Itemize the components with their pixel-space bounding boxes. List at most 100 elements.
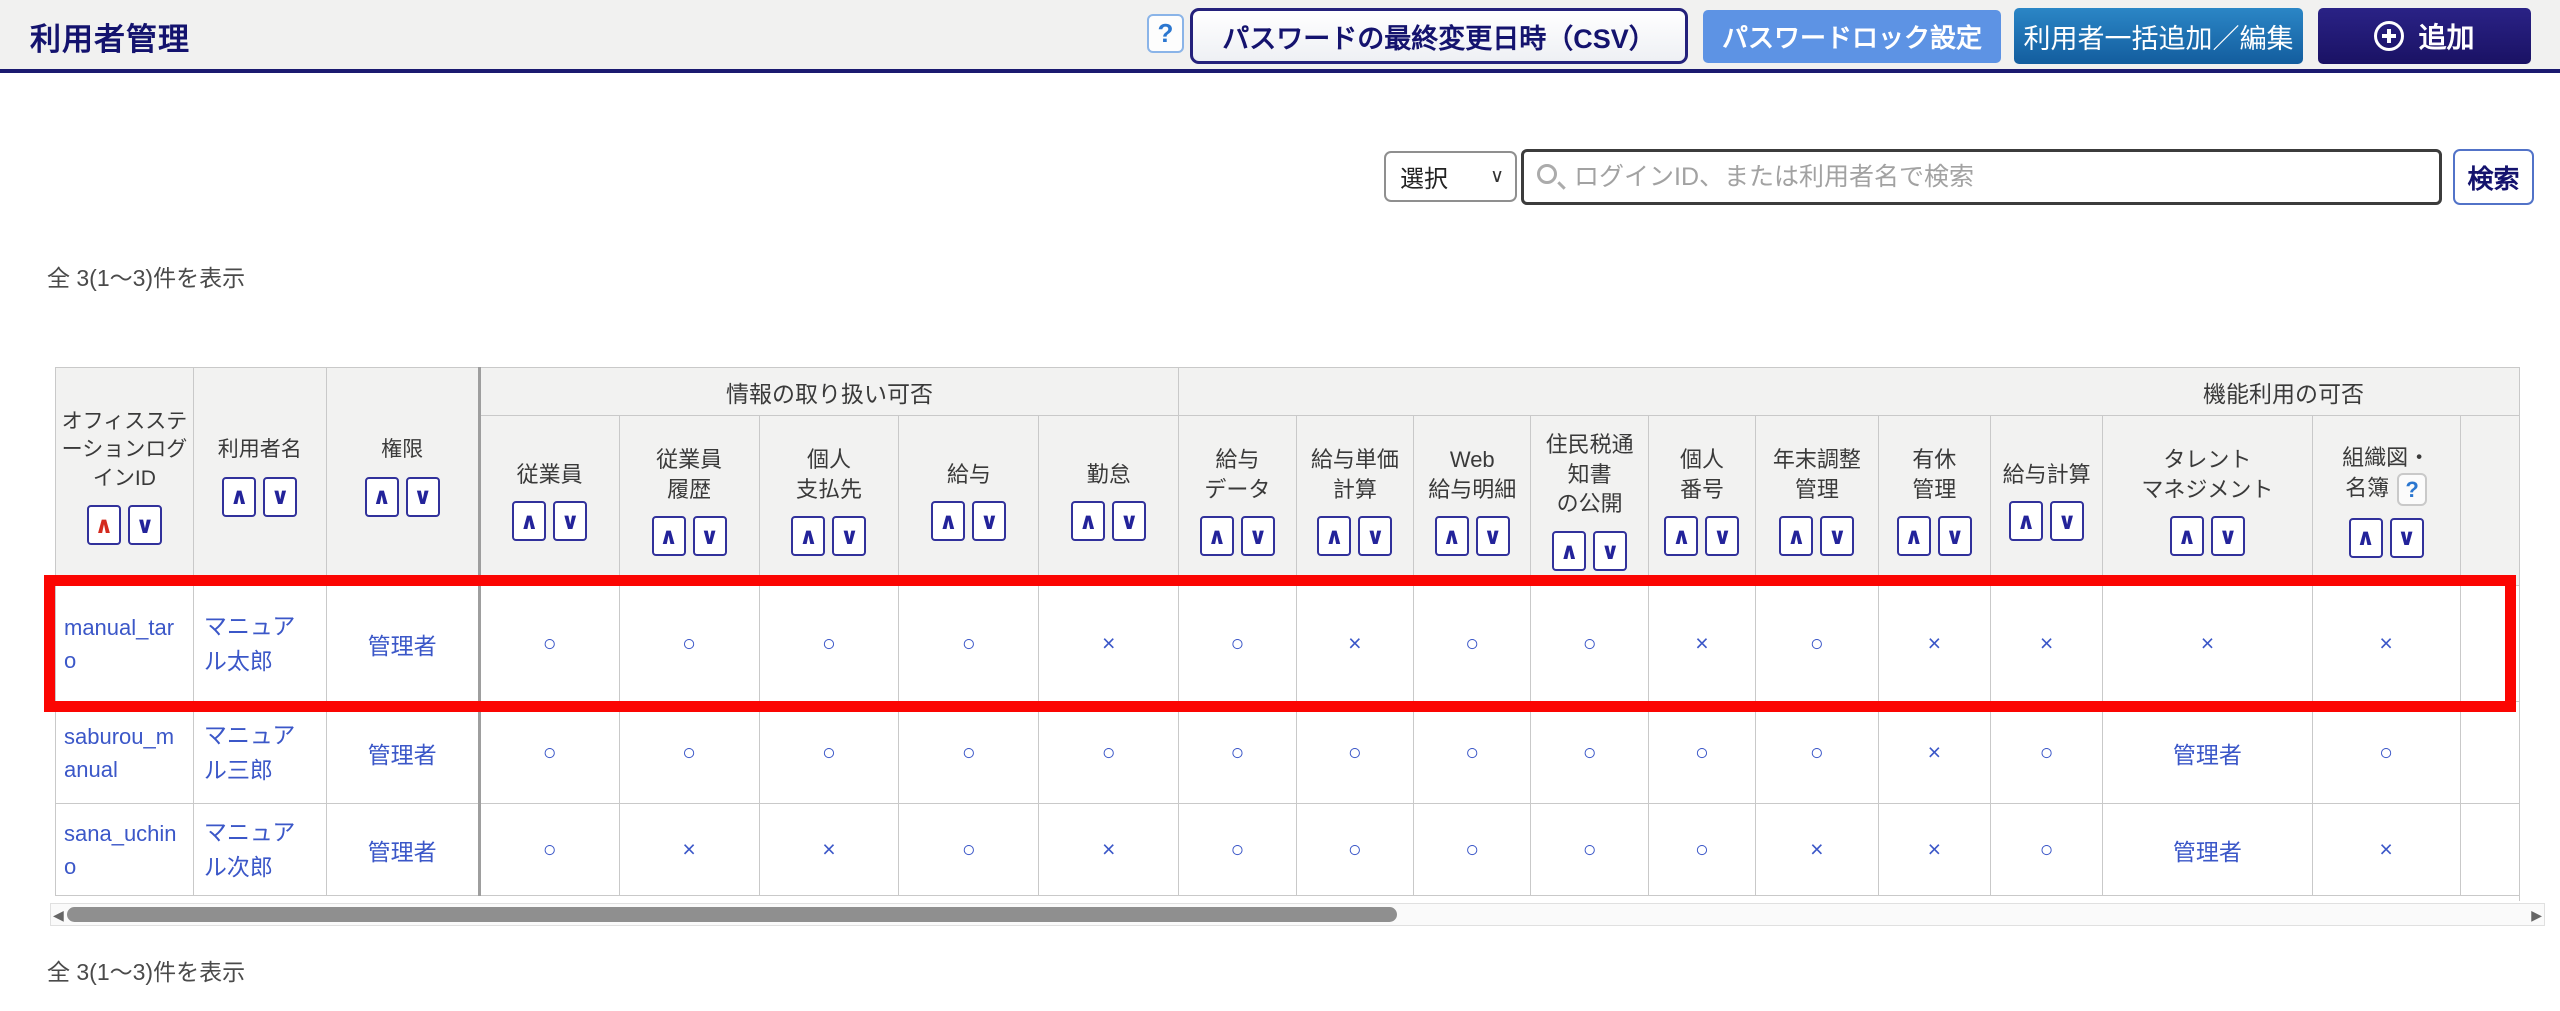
sort-controls: ∧∨ — [481, 501, 619, 541]
permission-value: ○ — [1756, 702, 1879, 804]
sort-up-button[interactable]: ∧ — [1317, 516, 1351, 556]
permission-value: × — [1648, 586, 1755, 702]
permission-value: × — [2312, 804, 2460, 896]
bulk-add-edit-users-button[interactable]: 利用者一括追加／編集 — [2014, 8, 2303, 64]
column-header: 給与 データ ∧∨ — [1179, 416, 1296, 586]
permission-value: ○ — [759, 702, 899, 804]
sort-down-button[interactable]: ∨ — [972, 501, 1006, 541]
column-label: 勤怠 — [1039, 460, 1178, 490]
users-table: オフィスステーションログインID ∧∨ 利用者名 ∧∨ 権限 ∧∨ 情報の取り扱… — [55, 367, 2520, 896]
permission-value: × — [2312, 586, 2460, 702]
search-input[interactable] — [1521, 149, 2442, 205]
permission-value: ○ — [1648, 804, 1755, 896]
add-user-button[interactable]: 追加 — [2318, 8, 2531, 64]
sort-down-button[interactable]: ∨ — [1358, 516, 1392, 556]
sort-down-button[interactable]: ∨ — [1241, 516, 1275, 556]
permission-value: ○ — [1531, 702, 1648, 804]
permission-value: ○ — [2312, 702, 2460, 804]
scroll-right-arrow-icon[interactable]: ▶ — [2531, 907, 2542, 924]
result-count-bottom: 全 3(1～3)件を表示 — [47, 953, 245, 987]
sort-down-button[interactable]: ∨ — [263, 477, 297, 517]
permission-value: ○ — [1414, 586, 1531, 702]
sort-down-button[interactable]: ∨ — [553, 501, 587, 541]
permission-value: ○ — [619, 702, 759, 804]
sort-up-button[interactable]: ∧ — [931, 501, 965, 541]
column-label: タレント マネジメント — [2103, 445, 2311, 504]
sort-up-button[interactable]: ∧ — [2170, 516, 2204, 556]
sort-down-button[interactable]: ∨ — [1112, 501, 1146, 541]
sort-down-button[interactable]: ∨ — [2050, 501, 2084, 541]
sort-up-button[interactable]: ∧ — [791, 516, 825, 556]
sort-down-button[interactable]: ∨ — [2390, 518, 2424, 558]
login-id-link[interactable]: sana_uchino — [56, 804, 194, 896]
sort-down-button[interactable]: ∨ — [1705, 516, 1739, 556]
sort-up-button[interactable]: ∧ — [1552, 531, 1586, 571]
sort-down-button[interactable]: ∨ — [1593, 531, 1627, 571]
sort-down-button[interactable]: ∨ — [128, 505, 162, 545]
scrollbar-thumb[interactable] — [67, 907, 1397, 922]
sort-down-button[interactable]: ∨ — [1476, 516, 1510, 556]
sort-controls: ∧∨ — [1991, 501, 2102, 541]
sort-controls: ∧∨ — [1649, 516, 1755, 556]
sort-down-button[interactable]: ∨ — [1938, 516, 1972, 556]
sort-down-button[interactable]: ∨ — [832, 516, 866, 556]
column-header: 組織図・ 名簿? ∧∨ — [2312, 416, 2460, 586]
sort-down-button[interactable]: ∨ — [2211, 516, 2245, 556]
column-header: 勤怠 ∧∨ — [1039, 416, 1179, 586]
login-id-link[interactable]: manual_taro — [56, 586, 194, 702]
horizontal-scrollbar[interactable]: ◀ ▶ — [50, 903, 2545, 926]
user-name-link[interactable]: マニュアル太郎 — [193, 586, 326, 702]
sort-down-button[interactable]: ∨ — [1820, 516, 1854, 556]
permission-value: × — [1878, 586, 1990, 702]
permission-value: × — [1990, 586, 2102, 702]
table-row: saburou_manualマニュアル三郎管理者○○○○○○○○○○○×○管理者… — [56, 702, 2521, 804]
users-table-container: オフィスステーションログインID ∧∨ 利用者名 ∧∨ 権限 ∧∨ 情報の取り扱… — [55, 367, 2520, 901]
permission-value: ○ — [1039, 702, 1179, 804]
password-lock-settings-button[interactable]: パスワードロック設定 — [1703, 10, 2001, 63]
sort-controls: ∧∨ — [2313, 518, 2460, 558]
sort-up-button[interactable]: ∧ — [87, 505, 121, 545]
sort-up-button[interactable]: ∧ — [1435, 516, 1469, 556]
sort-controls: ∧∨ — [1756, 516, 1878, 556]
scroll-left-arrow-icon[interactable]: ◀ — [53, 907, 64, 924]
permission-value: ○ — [899, 586, 1039, 702]
column-label: 給与 データ — [1179, 445, 1295, 504]
sort-up-button[interactable]: ∧ — [365, 477, 399, 517]
sort-controls: ∧∨ — [760, 516, 899, 556]
search-filter-value: 選択 — [1400, 159, 1448, 194]
permission-value: ○ — [1990, 702, 2102, 804]
user-name-link[interactable]: マニュアル次郎 — [193, 804, 326, 896]
permission-value: ○ — [899, 702, 1039, 804]
sort-up-button[interactable]: ∧ — [512, 501, 546, 541]
sort-controls: ∧∨ — [2103, 516, 2311, 556]
search-button[interactable]: 検索 — [2453, 149, 2534, 205]
permission-value: ○ — [1179, 804, 1296, 896]
sort-up-button[interactable]: ∧ — [2349, 518, 2383, 558]
help-icon[interactable]: ? — [1147, 14, 1184, 53]
permission-value: ○ — [1296, 804, 1413, 896]
user-name-link[interactable]: マニュアル三郎 — [193, 702, 326, 804]
sort-up-button[interactable]: ∧ — [652, 516, 686, 556]
sort-up-button[interactable]: ∧ — [222, 477, 256, 517]
sort-up-button[interactable]: ∧ — [1779, 516, 1813, 556]
page-title: 利用者管理 — [30, 14, 190, 59]
help-icon[interactable]: ? — [2397, 473, 2427, 506]
sort-controls: ∧∨ — [1414, 516, 1530, 556]
sort-up-button[interactable]: ∧ — [1664, 516, 1698, 556]
sort-up-button[interactable]: ∧ — [1897, 516, 1931, 556]
search-filter-select[interactable]: 選択 ∨ — [1384, 151, 1517, 202]
permission-value: ○ — [479, 804, 619, 896]
column-header: 住民税通 知書 の公開∧∨ — [1531, 416, 1648, 586]
column-label: 組織図・ 名簿? — [2313, 443, 2460, 506]
password-last-changed-csv-button[interactable]: パスワードの最終変更日時（CSV） — [1190, 8, 1688, 64]
sort-down-button[interactable]: ∨ — [693, 516, 727, 556]
sort-up-button[interactable]: ∧ — [2009, 501, 2043, 541]
sort-up-button[interactable]: ∧ — [1071, 501, 1105, 541]
column-label: 従業員 履歴 — [620, 445, 759, 504]
permission-value: ○ — [479, 586, 619, 702]
sort-up-button[interactable]: ∧ — [1200, 516, 1234, 556]
sort-down-button[interactable]: ∨ — [406, 477, 440, 517]
sort-controls: ∧∨ — [2461, 516, 2520, 556]
login-id-link[interactable]: saburou_manual — [56, 702, 194, 804]
sort-controls: ∧∨ — [327, 477, 478, 517]
